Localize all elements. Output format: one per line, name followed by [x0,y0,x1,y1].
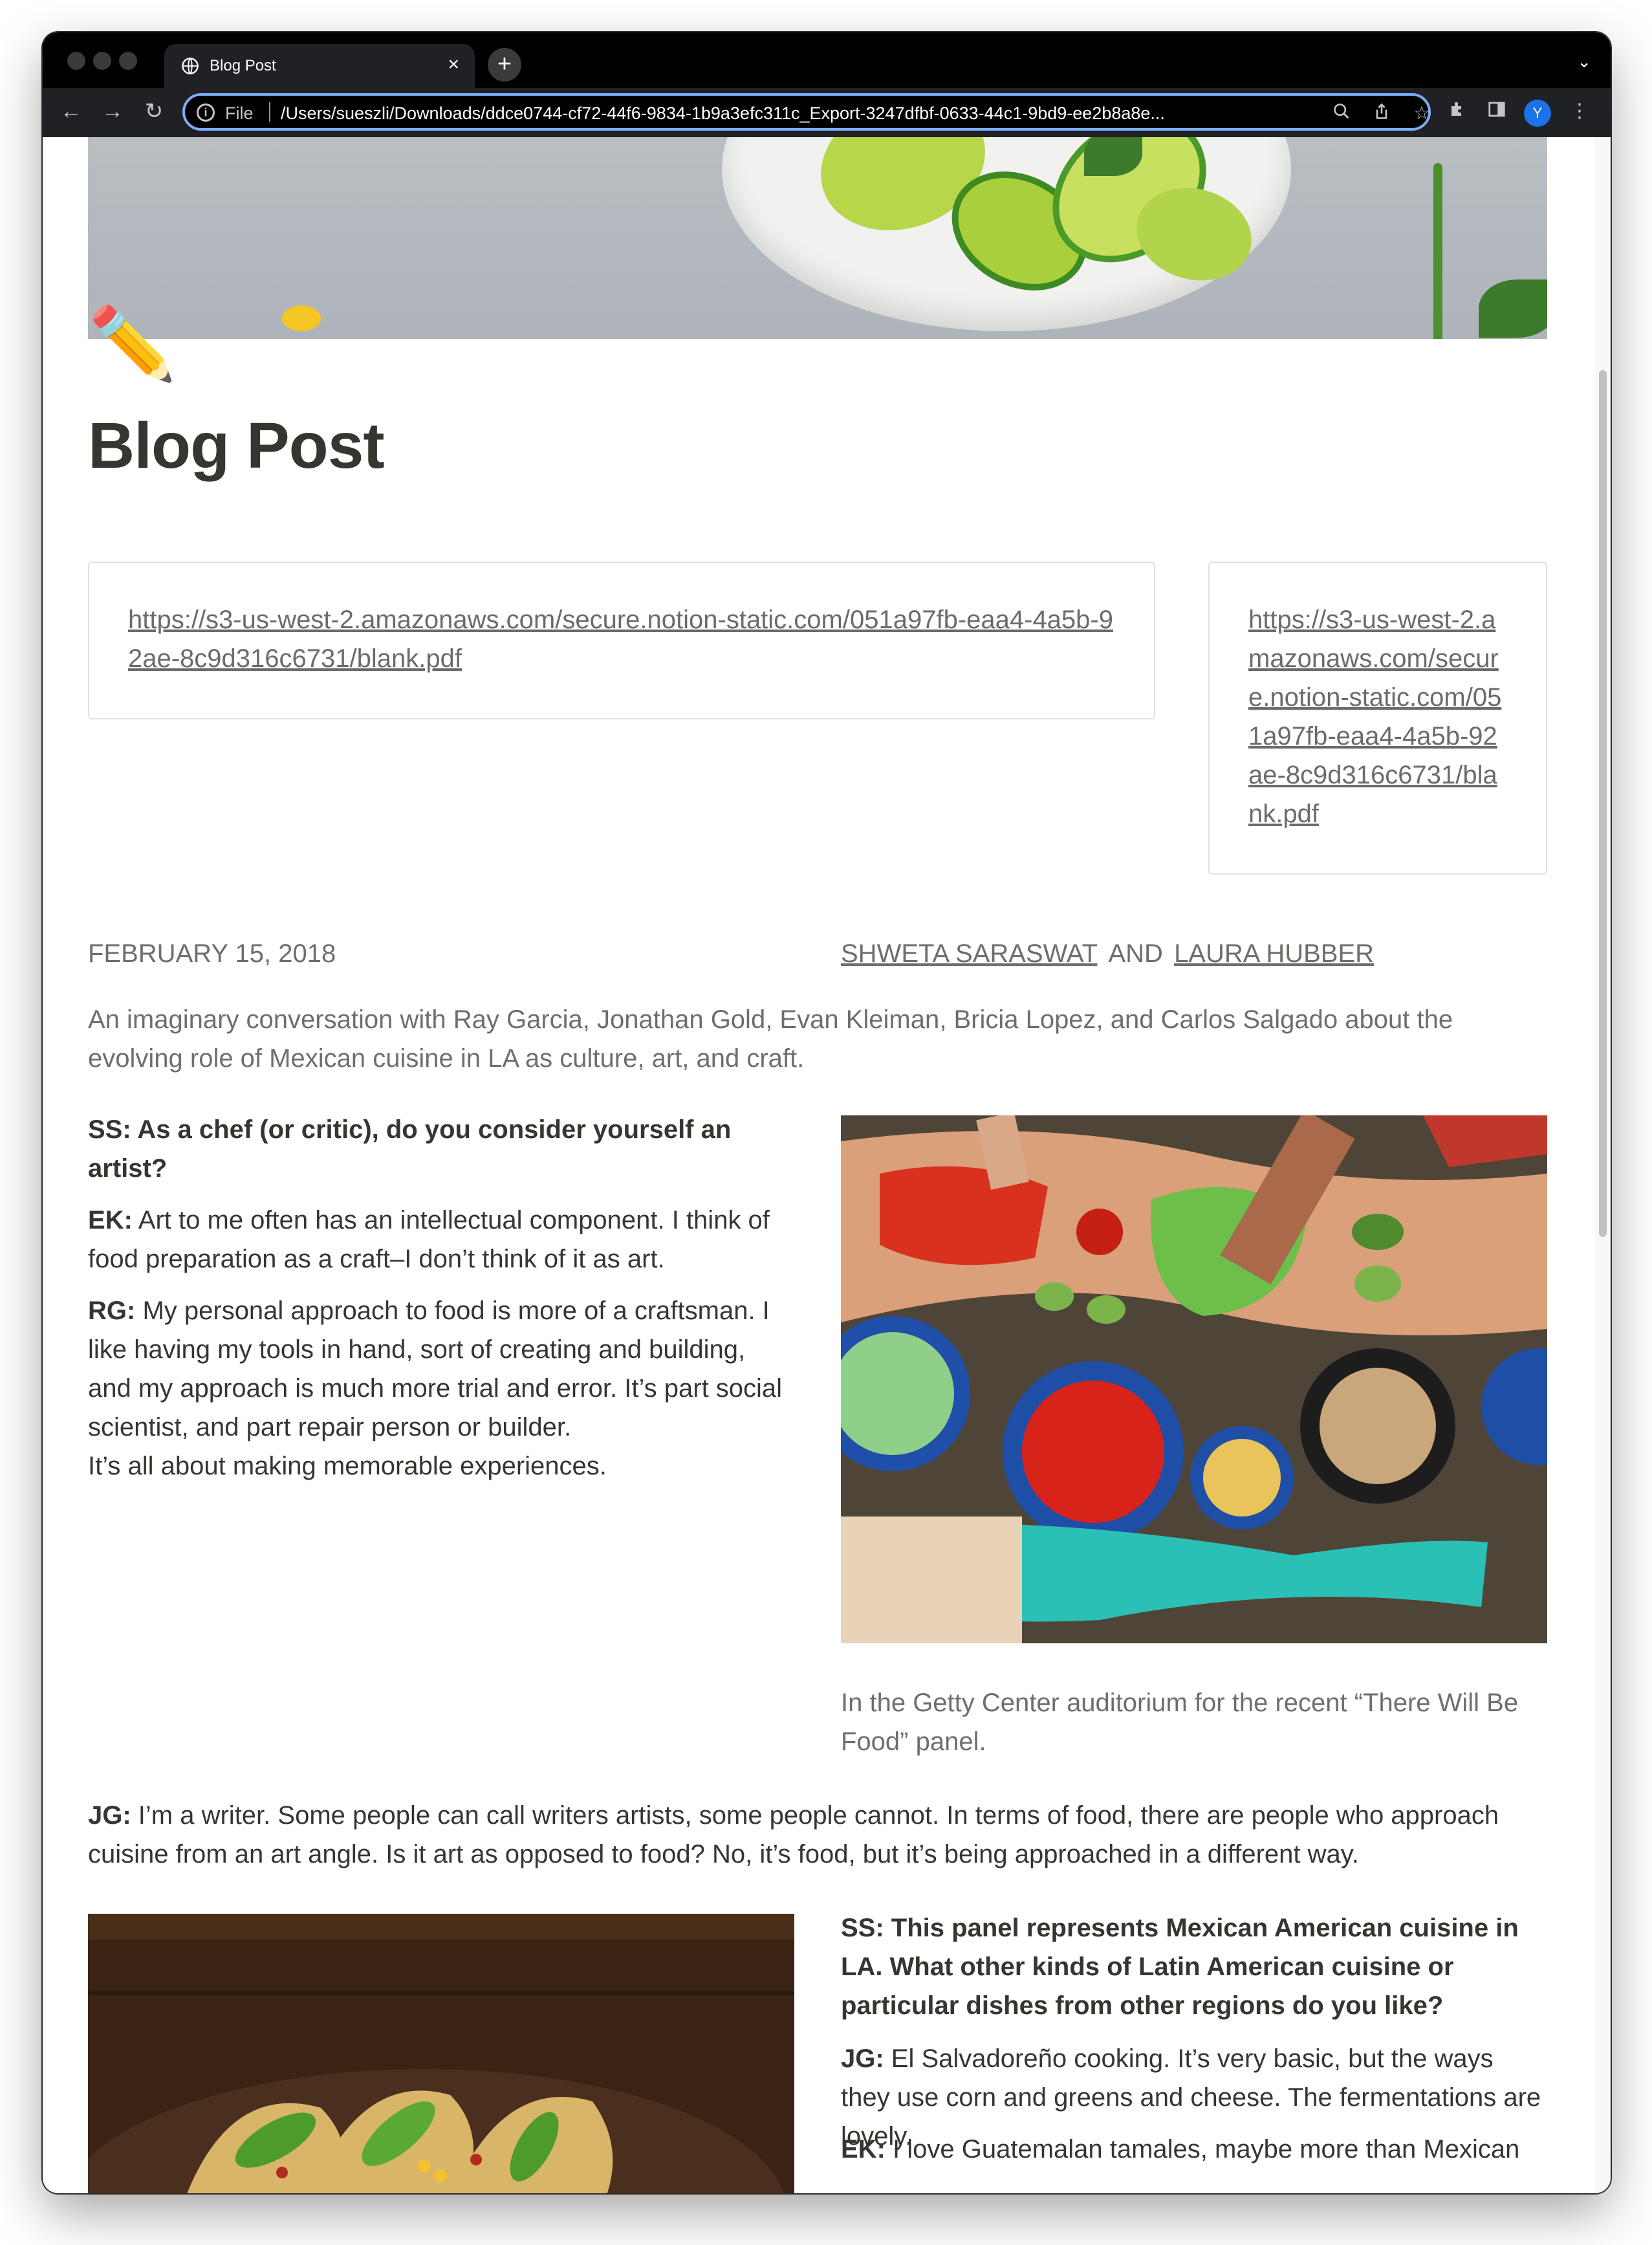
question-2: SS: This panel represents Mexican Americ… [841,1914,1519,2020]
speaker-ek: EK: [841,2135,886,2163]
forward-arrow-icon[interactable]: → [98,98,127,124]
speaker-jg: JG: [841,2044,884,2073]
share-icon[interactable] [1369,102,1395,125]
pdf-link-wide[interactable]: https://s3-us-west-2.amazonaws.com/secur… [128,606,1113,673]
minimize-window-dot[interactable] [93,52,111,70]
tacos-photo [88,1914,794,2193]
answer-text: Art to me often has an intellectual comp… [88,1206,770,1273]
byline-and: AND [1108,939,1163,968]
browser-window: Blog Post × + ⌄ ← → ↻ i File /Users/sues… [43,32,1611,2193]
intro-paragraph: An imaginary conversation with Ray Garci… [88,1005,1453,1073]
answer-ek-1: EK: Art to me often has an intellectual … [88,1201,793,1278]
tab-title: Blog Post [210,57,276,74]
pencil-page-icon[interactable]: ✏️ [88,305,177,383]
file-scheme-label: File [225,104,254,123]
close-window-dot[interactable] [67,52,85,70]
cover-image [88,137,1547,339]
tab-close-icon[interactable]: × [448,54,459,75]
tab-strip: Blog Post × + ⌄ [43,32,1611,88]
yellow-pepper-piece [282,305,321,331]
question-1: SS: As a chef (or critic), do you consid… [88,1115,732,1183]
more-menu-icon[interactable]: ⋮ [1565,100,1594,122]
speaker-ek: EK: [88,1206,133,1234]
post-date: FEBRUARY 15, 2018 [88,939,336,968]
herb-stem [1433,163,1442,339]
browser-toolbar: ← → ↻ i File /Users/sueszli/Downloads/dd… [43,88,1611,137]
byline: SHWETA SARASWAT AND LAURA HUBBER [841,934,1374,973]
answer-jg-1: JG: I’m a writer. Some people can call w… [88,1796,1547,1874]
pdf-embed-narrow[interactable]: https://s3-us-west-2.amazonaws.com/secur… [1208,562,1547,875]
bookmark-star-icon[interactable]: ☆ [1409,102,1435,124]
side-panel-icon[interactable] [1483,100,1511,124]
scrollbar-thumb[interactable] [1599,370,1607,1237]
answer-text: I’m a writer. Some people can call write… [88,1801,1499,1868]
tacos-illustration [88,1914,794,2193]
back-arrow-icon[interactable]: ← [57,98,85,124]
speaker-jg: JG: [88,1801,131,1830]
zoom-icon[interactable] [1329,102,1354,125]
url-separator [269,102,270,122]
speaker-rg: RG: [88,1297,136,1325]
new-tab-button[interactable]: + [488,48,521,82]
cilantro-leaf [1479,279,1547,338]
answer-ek-2: EK: I love Guatemalan tamales, maybe mor… [841,2130,1547,2169]
page-content: ✏️ Blog Post https://s3-us-west-2.amazon… [43,137,1611,2193]
pdf-embed-wide[interactable]: https://s3-us-west-2.amazonaws.com/secur… [88,562,1155,719]
tab-search-chevron-icon[interactable]: ⌄ [1577,52,1591,72]
page-title: Blog Post [88,410,385,482]
author-link-saraswat[interactable]: SHWETA SARASWAT [841,939,1097,968]
scrollbar[interactable] [1595,137,1611,2193]
pdf-link-narrow[interactable]: https://s3-us-west-2.amazonaws.com/secur… [1248,606,1501,828]
food-prep-illustration [841,1115,1547,1643]
answer-text: I love Guatemalan tamales, maybe more th… [885,2135,1520,2163]
address-bar[interactable]: i File /Users/sueszli/Downloads/ddce0744… [182,93,1431,131]
answer-text: My personal approach to food is more of … [88,1297,783,1441]
extensions-puzzle-icon[interactable] [1444,100,1472,124]
tab-blog-post[interactable]: Blog Post × [164,44,475,88]
reload-icon[interactable]: ↻ [140,98,168,124]
answer-rg-1-continued: It’s all about making memorable experien… [88,1452,607,1480]
photo-caption: In the Getty Center auditorium for the r… [841,1689,1519,1756]
food-prep-photo [841,1115,1547,1643]
author-link-hubber[interactable]: LAURA HUBBER [1174,939,1374,968]
site-info-icon[interactable]: i [197,104,215,122]
globe-icon [182,58,199,74]
answer-rg-1: RG: My personal approach to food is more… [88,1291,793,1447]
maximize-window-dot[interactable] [119,52,137,70]
url-text[interactable]: /Users/sueszli/Downloads/ddce0744-cf72-4… [281,104,1303,124]
profile-avatar[interactable]: Y [1524,100,1551,127]
